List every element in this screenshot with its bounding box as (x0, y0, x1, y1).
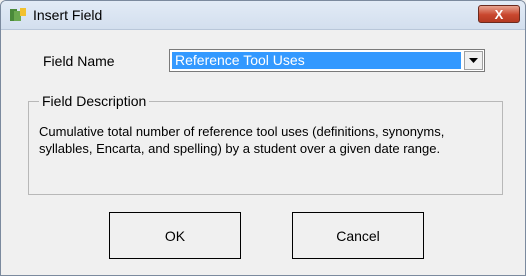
close-button[interactable]: X (478, 5, 520, 23)
field-name-select[interactable]: Reference Tool Uses (169, 49, 485, 72)
window-app-icon (10, 8, 26, 21)
ok-button[interactable]: OK (109, 212, 241, 259)
window-title: Insert Field (33, 7, 103, 23)
field-description-text: Cumulative total number of reference too… (39, 124, 445, 156)
chevron-down-icon (469, 58, 478, 63)
field-name-selected-value: Reference Tool Uses (172, 52, 461, 69)
field-description-legend: Field Description (39, 93, 150, 109)
close-icon: X (494, 6, 504, 22)
insert-field-dialog: Insert Field X Field Name Reference Tool… (0, 0, 526, 276)
dropdown-button[interactable] (464, 51, 483, 70)
cancel-button[interactable]: Cancel (292, 212, 424, 259)
field-name-label: Field Name (43, 53, 115, 69)
title-bar[interactable]: Insert Field X (1, 1, 525, 30)
